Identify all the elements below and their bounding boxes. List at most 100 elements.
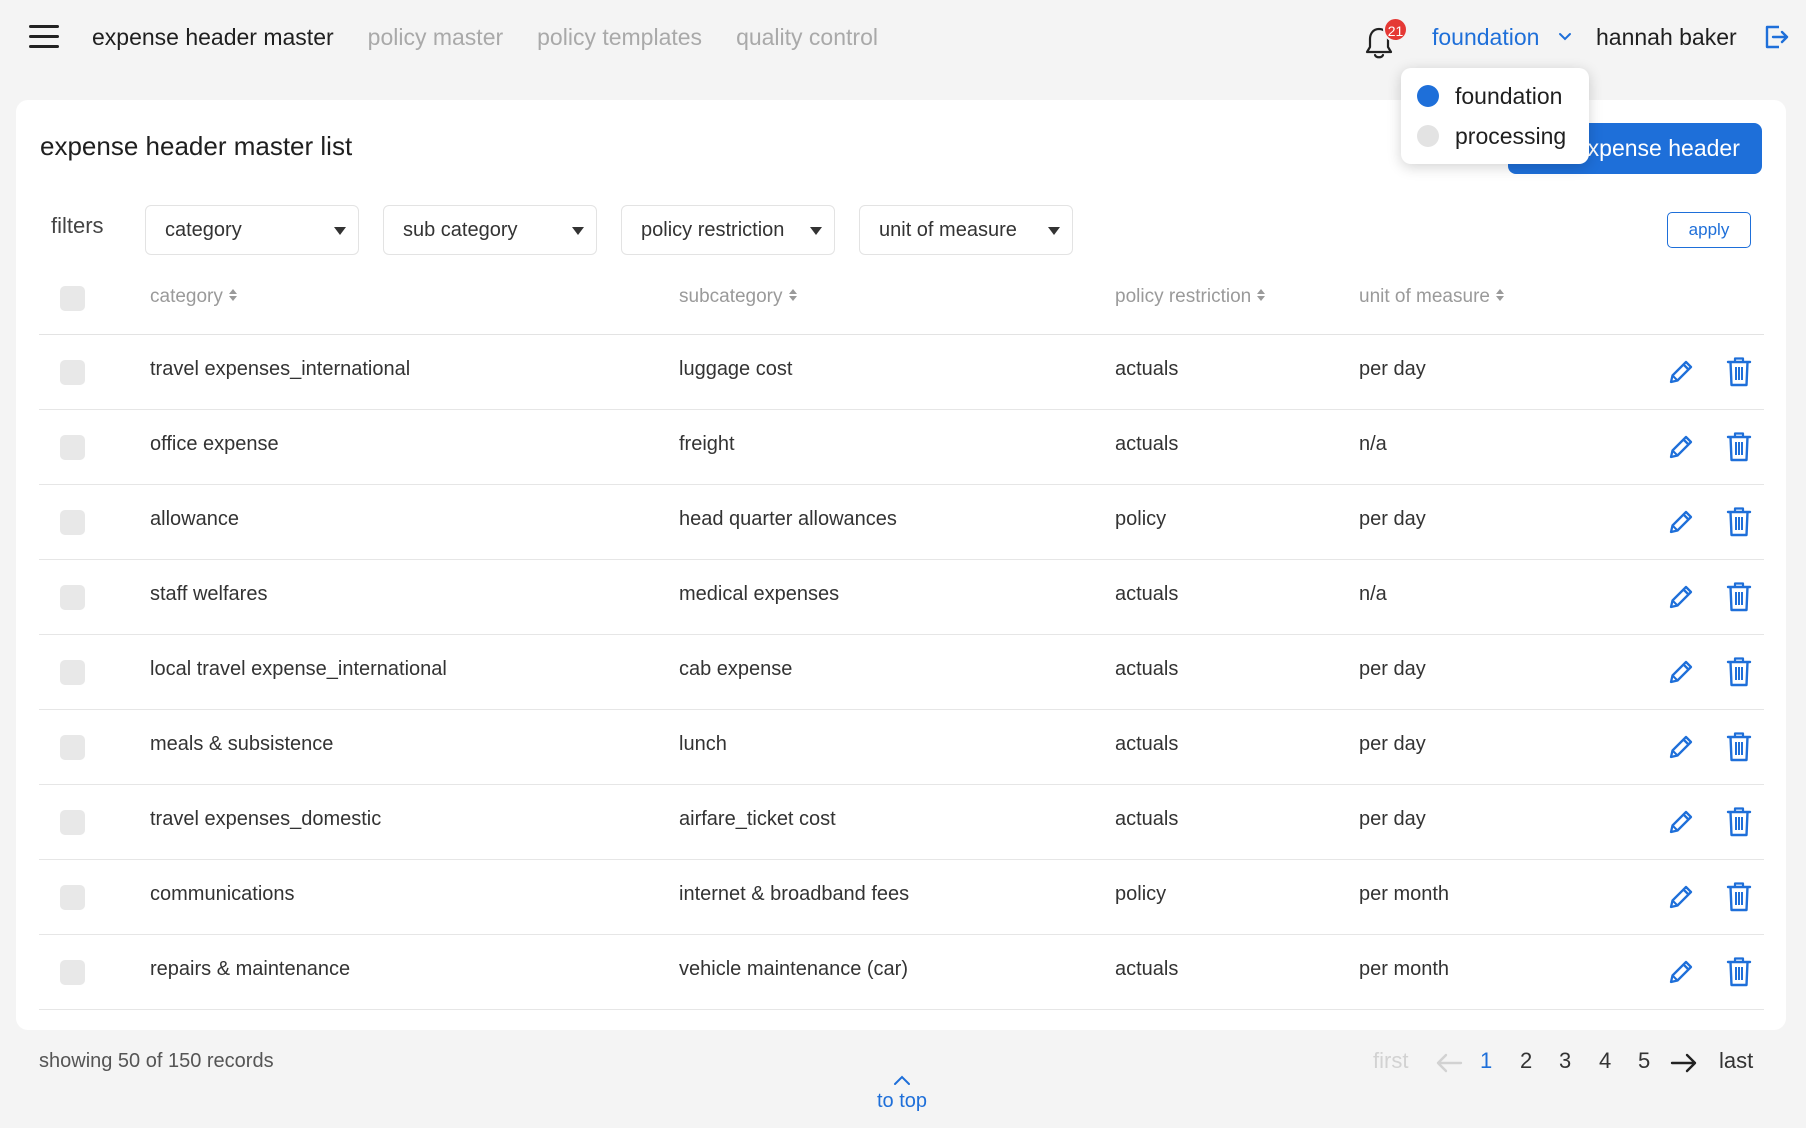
page-5[interactable]: 5 (1638, 1048, 1650, 1074)
logout-icon[interactable] (1763, 24, 1789, 50)
pagination-first[interactable]: first (1373, 1048, 1408, 1074)
workspace-option-label: foundation (1455, 83, 1563, 109)
cell-policy-restriction: actuals (1115, 358, 1179, 380)
nav-tabs: expense header master policy master poli… (92, 20, 878, 54)
column-header-subcategory[interactable]: subcategory (679, 286, 797, 308)
pencil-icon[interactable] (1666, 882, 1696, 912)
row-checkbox[interactable] (60, 735, 85, 760)
tab-policy-master[interactable]: policy master (368, 20, 503, 54)
tab-expense-header-master[interactable]: expense header master (92, 20, 334, 54)
pencil-icon[interactable] (1666, 357, 1696, 387)
cell-subcategory: medical expenses (679, 583, 840, 605)
table-row: travel expenses_domestic airfare_ticket c… (39, 785, 1764, 860)
table-row: meals & subsistence lunch actuals per day (39, 710, 1764, 785)
chevron-up-icon (894, 1075, 910, 1085)
page-3[interactable]: 3 (1559, 1048, 1571, 1074)
caret-down-icon (334, 227, 346, 235)
pencil-icon[interactable] (1666, 657, 1696, 687)
filter-sub-category-label: sub category (403, 219, 518, 241)
trash-icon[interactable] (1726, 731, 1752, 763)
trash-icon[interactable] (1726, 656, 1752, 688)
pencil-icon[interactable] (1666, 507, 1696, 537)
sort-icon[interactable] (1257, 289, 1266, 303)
cell-policy-restriction: actuals (1115, 733, 1179, 755)
chevron-down-icon[interactable] (1558, 30, 1572, 44)
cell-policy-restriction: actuals (1115, 433, 1179, 455)
column-header-category[interactable]: category (150, 286, 237, 308)
cell-policy-restriction: policy (1115, 883, 1167, 905)
column-header-policy-restriction[interactable]: policy restriction (1115, 286, 1266, 308)
cell-subcategory: freight (679, 433, 735, 455)
menu-icon[interactable] (29, 25, 59, 49)
tab-quality-control[interactable]: quality control (736, 20, 878, 54)
trash-icon[interactable] (1726, 431, 1752, 463)
trash-icon[interactable] (1726, 881, 1752, 913)
select-all-checkbox[interactable] (60, 286, 85, 311)
apply-button[interactable]: apply (1667, 212, 1751, 248)
cell-subcategory: lunch (679, 733, 727, 755)
filter-unit-of-measure-label: unit of measure (879, 219, 1017, 241)
cell-category: repairs & maintenance (150, 958, 351, 980)
pencil-icon[interactable] (1666, 807, 1696, 837)
cell-policy-restriction: actuals (1115, 658, 1179, 680)
row-checkbox[interactable] (60, 960, 85, 985)
workspace-dropdown-menu: foundation processing (1401, 68, 1589, 164)
pagination-last[interactable]: last (1719, 1048, 1753, 1074)
filter-unit-of-measure[interactable]: unit of measure (859, 205, 1073, 255)
top-nav-bar: expense header master policy master poli… (0, 0, 1806, 74)
table-row: office expense freight actuals n/a (39, 410, 1764, 485)
column-header-label: unit of measure (1359, 286, 1490, 307)
cell-unit-of-measure: per day (1359, 808, 1426, 830)
sort-icon[interactable] (1495, 289, 1504, 303)
trash-icon[interactable] (1726, 956, 1752, 988)
row-checkbox[interactable] (60, 660, 85, 685)
cell-unit-of-measure: per day (1359, 733, 1426, 755)
trash-icon[interactable] (1726, 506, 1752, 538)
pencil-icon[interactable] (1666, 957, 1696, 987)
cell-policy-restriction: actuals (1115, 583, 1179, 605)
row-checkbox[interactable] (60, 510, 85, 535)
arrow-left-icon[interactable] (1435, 1052, 1463, 1074)
trash-icon[interactable] (1726, 581, 1752, 613)
sort-icon[interactable] (788, 289, 797, 303)
workspace-selector[interactable]: foundation (1432, 20, 1539, 54)
row-checkbox[interactable] (60, 810, 85, 835)
to-top-label: to top (876, 1090, 928, 1112)
to-top-link[interactable]: to top (870, 1074, 934, 1113)
pencil-icon[interactable] (1666, 432, 1696, 462)
sort-icon[interactable] (228, 289, 237, 303)
table-header: category subcategory policy restriction … (39, 268, 1764, 335)
cell-subcategory: luggage cost (679, 358, 793, 380)
page-2[interactable]: 2 (1520, 1048, 1532, 1074)
filter-sub-category[interactable]: sub category (383, 205, 597, 255)
table-body: travel expenses_international luggage cos… (39, 335, 1764, 1010)
user-name[interactable]: hannah baker (1596, 20, 1737, 54)
page-1[interactable]: 1 (1480, 1048, 1492, 1074)
filter-category[interactable]: category (145, 205, 359, 255)
cell-subcategory: internet & broadband fees (679, 883, 910, 905)
pencil-icon[interactable] (1666, 582, 1696, 612)
trash-icon[interactable] (1726, 806, 1752, 838)
column-header-unit-of-measure[interactable]: unit of measure (1359, 286, 1504, 308)
table-row: staff welfares medical expenses actuals n/a (39, 560, 1764, 635)
cell-category: office expense (150, 433, 279, 455)
cell-subcategory: head quarter allowances (679, 508, 897, 530)
filter-policy-restriction-label: policy restriction (641, 219, 785, 241)
table-row: allowance head quarter allowances policy pe… (39, 485, 1764, 560)
pencil-icon[interactable] (1666, 732, 1696, 762)
cell-category: meals & subsistence (150, 733, 334, 755)
cell-unit-of-measure: per day (1359, 508, 1426, 530)
row-checkbox[interactable] (60, 435, 85, 460)
trash-icon[interactable] (1726, 356, 1752, 388)
caret-down-icon (1048, 227, 1060, 235)
cell-unit-of-measure: n/a (1359, 583, 1387, 605)
row-checkbox[interactable] (60, 885, 85, 910)
page-4[interactable]: 4 (1599, 1048, 1611, 1074)
cell-subcategory: vehicle maintenance (car) (679, 958, 908, 980)
table-row: local travel expense_international cab ex… (39, 635, 1764, 710)
arrow-right-icon[interactable] (1670, 1052, 1698, 1074)
row-checkbox[interactable] (60, 585, 85, 610)
row-checkbox[interactable] (60, 360, 85, 385)
filter-policy-restriction[interactable]: policy restriction (621, 205, 835, 255)
tab-policy-templates[interactable]: policy templates (537, 20, 702, 54)
